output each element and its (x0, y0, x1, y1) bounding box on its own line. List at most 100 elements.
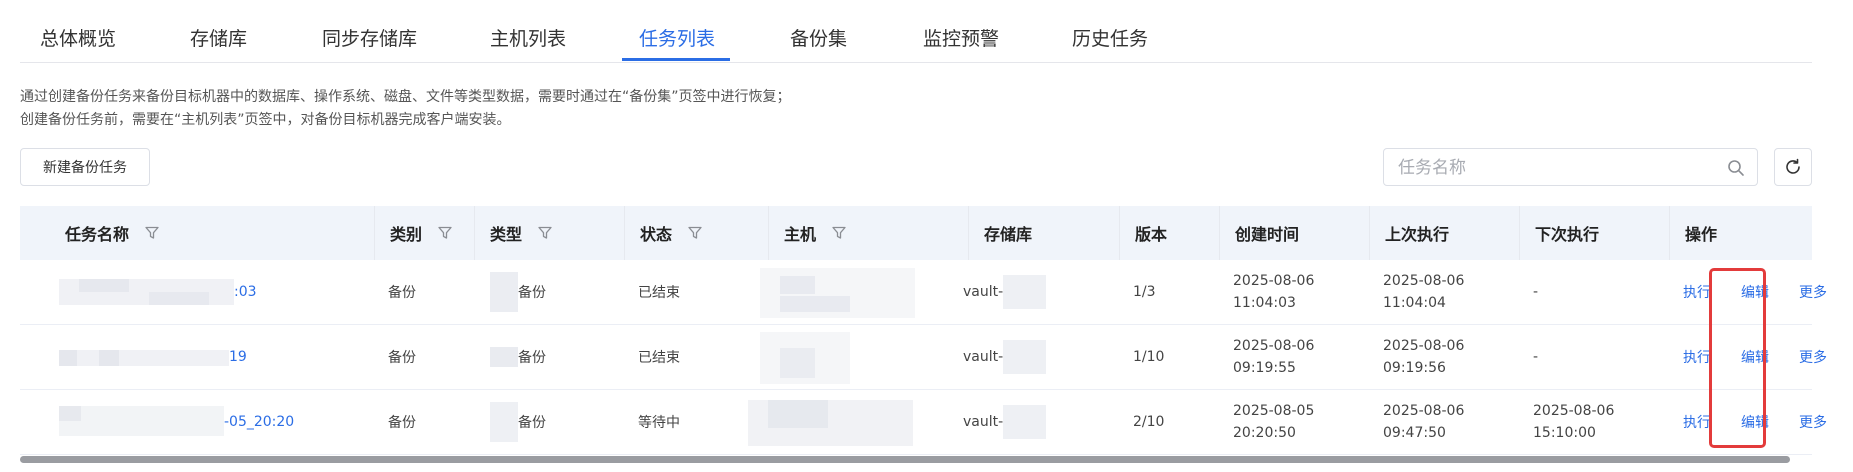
column-header-actions-label: 操作 (1685, 225, 1718, 244)
category-cell: 备份 (388, 350, 416, 366)
column-header-created: 创建时间 (1220, 206, 1370, 260)
created-date: 2025-08-05 (1233, 403, 1315, 419)
task-name-link[interactable]: -05_20:20 (224, 414, 294, 430)
category-cell: 备份 (388, 285, 416, 301)
tab-host-list[interactable]: 主机列表 (490, 24, 566, 51)
last-run-cell: 2025-08-06 09:47:50 (1383, 390, 1464, 454)
filter-icon[interactable] (438, 226, 452, 240)
tab-overview[interactable]: 总体概览 (40, 24, 116, 51)
filter-icon[interactable] (145, 226, 159, 240)
column-header-name-label: 任务名称 (65, 225, 130, 244)
column-header-host-label: 主机 (784, 225, 817, 244)
redacted-task-name (59, 275, 234, 309)
task-name-cell[interactable]: :03 (59, 260, 257, 324)
column-header-host: 主机 (769, 206, 969, 260)
type-cell: 备份 (490, 390, 546, 454)
type-cell: 备份 (490, 325, 546, 389)
task-name-link[interactable]: :03 (234, 284, 257, 300)
filter-icon[interactable] (538, 226, 552, 240)
column-header-created-label: 创建时间 (1235, 225, 1300, 244)
created-date: 2025-08-06 (1233, 273, 1315, 289)
column-header-actions: 操作 (1670, 206, 1812, 260)
version-cell: 1/3 (1133, 284, 1156, 300)
last-run-time: 09:47:50 (1383, 425, 1446, 441)
host-cell[interactable] (760, 260, 915, 324)
filter-icon[interactable] (832, 226, 846, 240)
created-time-cell: 2025-08-06 09:19:55 (1233, 325, 1314, 389)
status-cell: 已结束 (638, 350, 680, 366)
task-name-link[interactable]: 19 (229, 349, 247, 365)
host-cell[interactable] (748, 390, 913, 454)
tab-task-list[interactable]: 任务列表 (639, 24, 715, 51)
created-time: 09:19:55 (1233, 360, 1296, 376)
version-cell: 2/10 (1133, 414, 1165, 430)
more-link[interactable]: 更多 (1799, 325, 1827, 389)
column-header-category: 类别 (375, 206, 475, 260)
active-tab-indicator (622, 58, 730, 61)
column-header-last-run: 上次执行 (1370, 206, 1520, 260)
status-cell: 等待中 (638, 415, 680, 431)
table-row: :03 备份 备份 已结束 vault- 1/3 2025-08-06 11:0… (20, 260, 1827, 325)
refresh-button[interactable] (1774, 148, 1812, 186)
tab-history-tasks[interactable]: 历史任务 (1072, 24, 1148, 51)
vault-text: vault- (963, 414, 1004, 430)
created-time-cell: 2025-08-06 11:04:03 (1233, 260, 1314, 324)
vault-text: vault- (963, 349, 1004, 365)
tab-sync-vaults[interactable]: 同步存储库 (322, 24, 417, 51)
last-run-date: 2025-08-06 (1383, 338, 1465, 354)
column-header-status: 状态 (625, 206, 769, 260)
tab-backup-sets[interactable]: 备份集 (790, 24, 847, 51)
edit-column-highlight (1709, 268, 1766, 448)
redacted-host (748, 396, 913, 448)
type-text: 备份 (518, 350, 546, 366)
next-run-date: 2025-08-06 (1533, 403, 1615, 419)
column-header-status-label: 状态 (640, 225, 673, 244)
type-cell: 备份 (490, 260, 546, 324)
task-name-search-input[interactable] (1398, 157, 1698, 179)
more-link[interactable]: 更多 (1799, 390, 1827, 454)
task-name-cell[interactable]: -05_20:20 (59, 390, 294, 454)
next-run-cell: 2025-08-06 15:10:00 (1533, 390, 1614, 454)
created-time: 11:04:03 (1233, 295, 1296, 311)
last-run-time: 11:04:04 (1383, 295, 1446, 311)
host-cell[interactable] (760, 325, 850, 389)
category-cell: 备份 (388, 415, 416, 431)
refresh-icon (1786, 158, 1800, 174)
redacted-vault (1003, 275, 1047, 309)
status-cell: 已结束 (638, 285, 680, 301)
column-header-vault: 存储库 (969, 206, 1120, 260)
last-run-cell: 2025-08-06 09:19:56 (1383, 325, 1464, 389)
column-header-type-label: 类型 (490, 225, 523, 244)
more-link[interactable]: 更多 (1799, 260, 1827, 324)
description-line-2: 创建备份任务前，需要在“主机列表”页签中，对备份目标机器完成客户端安装。 (20, 112, 511, 128)
column-header-type: 类型 (475, 206, 625, 260)
task-search-box (1383, 148, 1758, 186)
search-icon[interactable] (1727, 159, 1745, 177)
redacted-host (760, 328, 850, 386)
horizontal-scrollbar[interactable] (20, 456, 1790, 463)
column-header-last-run-label: 上次执行 (1385, 225, 1450, 244)
redacted-type (490, 272, 518, 312)
column-header-name: 任务名称 (20, 206, 375, 260)
last-run-date: 2025-08-06 (1383, 403, 1465, 419)
column-header-version-label: 版本 (1135, 225, 1168, 244)
run-link[interactable]: 执行 (1683, 390, 1711, 454)
column-header-vault-label: 存储库 (984, 225, 1033, 244)
created-time-cell: 2025-08-05 20:20:50 (1233, 390, 1314, 454)
run-link[interactable]: 执行 (1683, 325, 1711, 389)
new-backup-task-button[interactable]: 新建备份任务 (20, 148, 150, 186)
column-header-category-label: 类别 (390, 225, 423, 244)
column-header-version: 版本 (1120, 206, 1220, 260)
next-run-cell: - (1533, 349, 1539, 365)
last-run-time: 09:19:56 (1383, 360, 1446, 376)
filter-icon[interactable] (688, 226, 702, 240)
description-line-1: 通过创建备份任务来备份目标机器中的数据库、操作系统、磁盘、文件等类型数据，需要时… (20, 89, 791, 105)
task-name-cell[interactable]: 19 (59, 325, 247, 389)
created-date: 2025-08-06 (1233, 338, 1315, 354)
tab-monitoring-alerts[interactable]: 监控预警 (923, 24, 999, 51)
last-run-cell: 2025-08-06 11:04:04 (1383, 260, 1464, 324)
run-link[interactable]: 执行 (1683, 260, 1711, 324)
tab-vaults[interactable]: 存储库 (190, 24, 247, 51)
last-run-date: 2025-08-06 (1383, 273, 1465, 289)
redacted-host (760, 262, 915, 322)
